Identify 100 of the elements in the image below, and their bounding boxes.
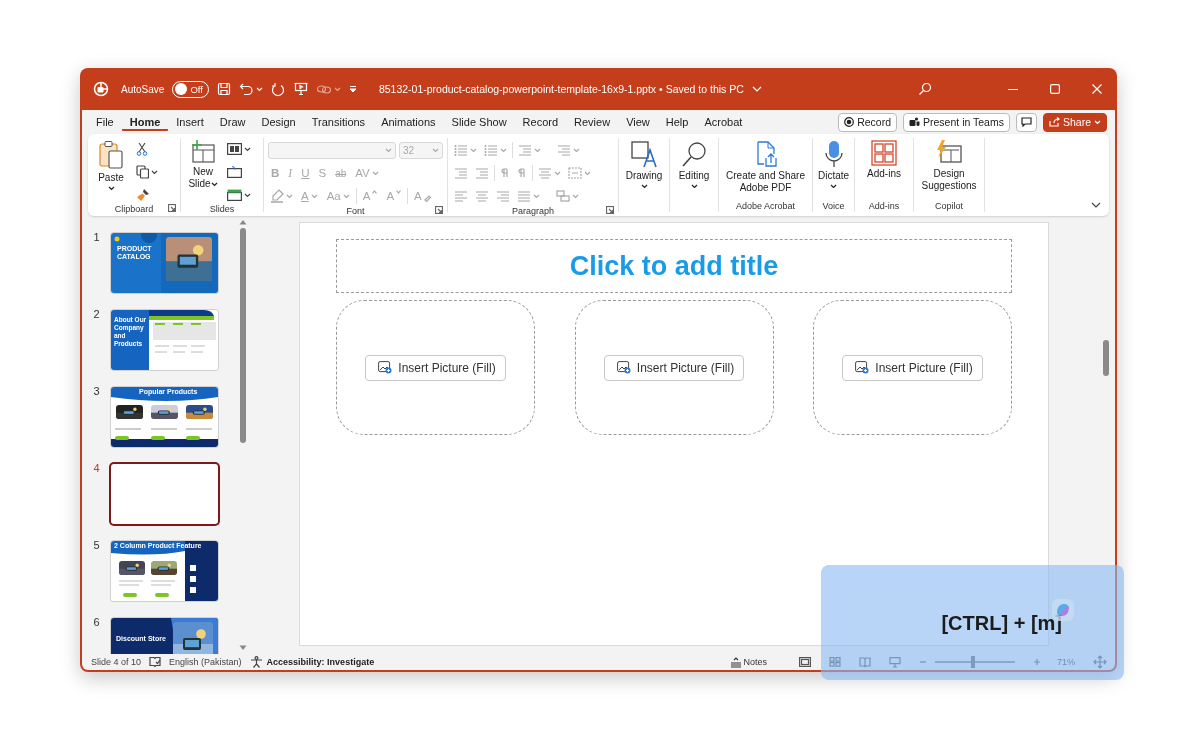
- record-icon: [844, 117, 855, 127]
- fit-to-window-icon[interactable]: [1093, 655, 1107, 669]
- record-button[interactable]: Record: [838, 112, 898, 132]
- reading-view-icon[interactable]: [859, 657, 871, 667]
- group-label: Slides: [209, 204, 235, 214]
- caret-icon: [255, 86, 263, 92]
- zoom-slider-thumb[interactable]: [971, 656, 976, 668]
- ribbon-tab[interactable]: View: [618, 114, 658, 130]
- insert-picture-button[interactable]: Insert Picture (Fill): [842, 354, 983, 381]
- link-icon[interactable]: [315, 83, 332, 95]
- ribbon-tab[interactable]: Draw: [211, 114, 254, 130]
- slide-number: 6: [92, 616, 101, 628]
- shapes-icon: [630, 140, 658, 168]
- editing-button[interactable]: Editing: [674, 138, 714, 191]
- lightning-window-icon: [935, 140, 963, 166]
- normal-view-icon[interactable]: [799, 657, 811, 667]
- align-right-icon: [496, 190, 510, 202]
- insert-picture-button[interactable]: Insert Picture (Fill): [365, 354, 506, 381]
- indent-icon: [475, 167, 489, 179]
- picture-placeholder[interactable]: Insert Picture (Fill): [813, 300, 1012, 435]
- notes-button[interactable]: Notes: [730, 656, 767, 668]
- scrollbar-thumb[interactable]: [1103, 340, 1109, 376]
- caret-icon: [500, 147, 507, 153]
- caret-icon: [432, 147, 439, 153]
- collapse-ribbon-icon[interactable]: [1091, 202, 1101, 208]
- slide-number: 5: [92, 539, 101, 551]
- picture-placeholder[interactable]: Insert Picture (Fill): [574, 300, 774, 435]
- ribbon-tab[interactable]: Home: [121, 113, 169, 131]
- smartart-icon: [556, 190, 570, 202]
- ribbon-tab[interactable]: Transitions: [303, 114, 374, 130]
- ribbon-tab[interactable]: Slide Show: [443, 114, 515, 130]
- undo-icon[interactable]: [238, 82, 254, 96]
- accessibility-status[interactable]: Accessibility: Investigate: [266, 657, 375, 667]
- align-text-icon: [568, 167, 582, 179]
- search-icon[interactable]: [918, 82, 932, 96]
- maximize-icon[interactable]: [1050, 84, 1060, 94]
- grid-icon: [871, 140, 897, 166]
- ribbon-tab[interactable]: Review: [566, 114, 619, 130]
- caret-icon: [572, 193, 579, 199]
- slide-sorter-icon[interactable]: [829, 657, 841, 667]
- ribbon-tab[interactable]: File: [88, 114, 122, 130]
- zoom-in-icon[interactable]: [1033, 658, 1041, 666]
- picture-icon: [378, 361, 393, 374]
- slide-number: 1: [92, 231, 101, 243]
- insert-picture-button[interactable]: Insert Picture (Fill): [603, 354, 745, 381]
- scroll-down-icon: [238, 645, 247, 651]
- share-icon: [1048, 117, 1060, 127]
- slide-number: 2: [92, 308, 101, 320]
- slide-thumbnail[interactable]: [111, 464, 218, 524]
- layout-button[interactable]: [225, 140, 253, 158]
- copy-button[interactable]: [134, 163, 160, 181]
- scissors-icon: [136, 142, 148, 156]
- caret-icon: [371, 170, 379, 176]
- ribbon-tab[interactable]: Design: [253, 114, 304, 130]
- picture-placeholder[interactable]: Insert Picture (Fill): [336, 300, 535, 435]
- customize-toolbar-icon[interactable]: [348, 85, 357, 93]
- save-icon[interactable]: [216, 82, 231, 96]
- comments-button[interactable]: [1015, 112, 1037, 132]
- slide-show-icon[interactable]: [889, 656, 901, 668]
- app-icon[interactable]: [93, 81, 109, 97]
- dialog-launcher-icon[interactable]: [168, 204, 176, 212]
- presentation-icon[interactable]: [293, 82, 308, 96]
- accessibility-icon[interactable]: [249, 656, 263, 668]
- design-suggestions-button[interactable]: Design Suggestions: [918, 138, 980, 194]
- caret-icon: [584, 170, 591, 176]
- document-title[interactable]: 85132-01-product-catalog-powerpoint-template-16x9-1.pptx • Saved to this PC: [378, 83, 744, 95]
- group-label: Add-ins: [868, 200, 900, 211]
- close-icon[interactable]: [1092, 84, 1102, 94]
- ribbon-tab[interactable]: Acrobat: [696, 114, 751, 130]
- slide-number: 3: [92, 385, 101, 397]
- caret-icon: [244, 192, 251, 198]
- paste-button[interactable]: Paste: [92, 138, 130, 193]
- align-left-icon: [454, 190, 468, 202]
- language-label[interactable]: English (Pakistan): [169, 657, 242, 667]
- present-in-teams-button[interactable]: Present in Teams: [903, 112, 1010, 132]
- caret-icon: [151, 169, 158, 175]
- scrollbar[interactable]: [238, 219, 247, 651]
- section-icon: [227, 189, 242, 201]
- caret-icon: [385, 147, 392, 153]
- caret-icon: [640, 184, 648, 189]
- spelling-icon[interactable]: [149, 656, 162, 668]
- indent-icon: [454, 167, 468, 179]
- new-slide-button[interactable]: New Slide: [185, 138, 221, 192]
- ribbon-tab[interactable]: Insert: [168, 114, 212, 130]
- share-button[interactable]: Share: [1042, 112, 1107, 132]
- ribbon-tab[interactable]: Help: [657, 114, 697, 130]
- ribbon-tab[interactable]: Animations: [373, 114, 444, 130]
- bulleted-list-icon: [454, 144, 468, 156]
- add-ins-button[interactable]: Add-ins: [859, 138, 909, 182]
- create-pdf-button[interactable]: Create and Share Adobe PDF: [723, 138, 808, 196]
- chevron-down-icon[interactable]: [751, 86, 762, 92]
- ribbon-tab[interactable]: Record: [514, 114, 567, 130]
- caret-icon: [554, 170, 561, 176]
- group-label: Adobe Acrobat: [735, 200, 795, 211]
- redo-icon[interactable]: [270, 81, 286, 97]
- dictate-button[interactable]: Dictate: [817, 138, 850, 191]
- zoom-out-icon[interactable]: [919, 658, 927, 666]
- scrollbar-thumb[interactable]: [239, 228, 246, 443]
- caret-icon: [342, 193, 350, 199]
- drawing-button[interactable]: Drawing: [623, 138, 665, 191]
